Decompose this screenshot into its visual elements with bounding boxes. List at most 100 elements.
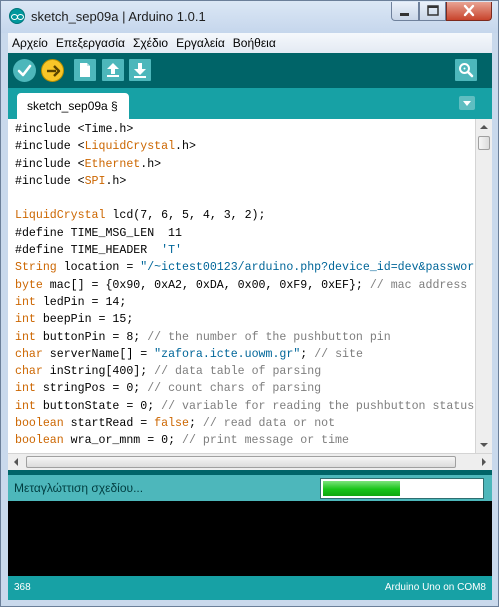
menu-bar: Αρχείο Επεξεργασία Σχέδιο Εργαλεία Βοήθε… — [8, 33, 492, 53]
scroll-left-arrow[interactable] — [8, 454, 24, 470]
code-line[interactable]: #include <Ethernet.h> — [15, 156, 475, 173]
code-token: // site — [314, 347, 363, 361]
code-line[interactable]: boolean LED = 0; // turn on or off LED — [15, 450, 475, 451]
code-token: #define TIME_HEADER — [15, 244, 162, 258]
minimize-button[interactable] — [391, 2, 419, 21]
code-token: LiquidCrystal — [84, 140, 176, 154]
menu-help[interactable]: Βοήθεια — [229, 33, 280, 53]
code-line[interactable]: LiquidCrystal lcd(7, 6, 5, 4, 3, 2); — [15, 207, 475, 224]
code-token: String — [15, 261, 57, 275]
tab-menu-button[interactable] — [459, 96, 475, 110]
maximize-icon — [427, 5, 439, 16]
code-token: startRead = — [63, 417, 155, 431]
code-line[interactable]: int buttonPin = 8; // the number of the … — [15, 329, 475, 346]
progress-bar — [320, 478, 484, 499]
code-token: ; — [188, 417, 203, 431]
code-line[interactable]: #include <SPI.h> — [15, 173, 475, 190]
title-bar[interactable]: sketch_sep09a | Arduino 1.0.1 — [1, 1, 498, 33]
code-token: .h> — [175, 140, 196, 154]
upload-button[interactable] — [41, 59, 64, 82]
scroll-right-arrow[interactable] — [476, 454, 492, 470]
save-button[interactable] — [129, 59, 151, 81]
code-line[interactable]: #define TIME_MSG_LEN 11 — [15, 225, 475, 242]
code-line[interactable]: #define TIME_HEADER 'T' — [15, 242, 475, 259]
code-token: #include <Time.h> — [15, 123, 134, 136]
code-token: buttonPin = 8; — [35, 330, 148, 344]
code-token: LiquidCrystal — [15, 209, 106, 223]
close-button[interactable] — [446, 2, 492, 21]
code-text[interactable]: #include <Time.h> #include <LiquidCrystal… — [8, 121, 475, 451]
code-line[interactable]: char serverName[] = "zafora.icte.uowm.gr… — [15, 346, 475, 363]
tab-sketch[interactable]: sketch_sep09a § — [17, 93, 129, 119]
code-token: char — [15, 347, 43, 361]
menu-tools[interactable]: Εργαλεία — [172, 33, 229, 53]
code-token: boolean — [15, 417, 64, 431]
arrow-up-icon — [480, 125, 488, 129]
code-token: "zafora.icte.uowm.gr" — [154, 347, 301, 361]
menu-edit[interactable]: Επεξεργασία — [52, 33, 129, 53]
scroll-up-arrow[interactable] — [476, 119, 492, 135]
code-token: mac[] = {0x90, 0xA2, 0xDA, 0x00, 0xF9, 0… — [42, 278, 370, 292]
new-button[interactable] — [74, 59, 96, 81]
progress-fill — [323, 481, 400, 496]
code-line[interactable]: boolean startRead = false; // read data … — [15, 415, 475, 432]
code-token: // variable for reading the pushbutton s… — [161, 399, 475, 413]
code-line[interactable]: byte mac[] = {0x90, 0xA2, 0xDA, 0x00, 0x… — [15, 277, 475, 294]
code-token: byte — [15, 278, 43, 292]
open-button[interactable] — [102, 59, 124, 81]
horizontal-scroll-thumb[interactable] — [26, 456, 456, 468]
code-line[interactable]: char inString[400]; // data table of par… — [15, 363, 475, 380]
code-token: 'T' — [161, 244, 182, 258]
code-editor[interactable]: #include <Time.h> #include <LiquidCrystal… — [8, 119, 492, 453]
new-icon — [80, 63, 90, 77]
code-token: #include < — [15, 157, 85, 171]
code-token: int — [15, 382, 36, 396]
code-token: // data table of parsing — [154, 365, 322, 379]
verify-icon — [17, 64, 32, 77]
menu-file[interactable]: Αρχείο — [8, 33, 52, 53]
code-line[interactable]: int buttonState = 0; // variable for rea… — [15, 398, 475, 415]
code-line[interactable]: int beepPin = 15; — [15, 311, 475, 328]
minimize-icon — [400, 13, 409, 16]
code-token: boolean — [15, 434, 64, 448]
code-token: int — [15, 313, 36, 327]
arrow-down-icon — [480, 443, 488, 447]
arrow-right-icon — [482, 458, 486, 466]
chevron-down-icon — [463, 101, 471, 106]
vertical-scroll-thumb[interactable] — [478, 136, 490, 150]
code-token: int — [15, 330, 36, 344]
status-message: Μεταγλώττιση σχεδίου... — [14, 481, 144, 495]
close-icon — [463, 4, 475, 17]
tabs-bar: sketch_sep09a § — [8, 88, 492, 119]
code-token: location = — [56, 261, 141, 275]
scroll-down-arrow[interactable] — [476, 437, 492, 453]
vertical-scrollbar[interactable] — [475, 119, 492, 453]
code-token: lcd(7, 6, 5, 4, 3, 2); — [105, 209, 266, 223]
code-line[interactable]: int ledPin = 14; — [15, 294, 475, 311]
code-token: // mac address — [369, 278, 468, 292]
serial-monitor-button[interactable] — [455, 59, 477, 81]
maximize-button[interactable] — [419, 2, 446, 21]
code-line[interactable]: #include <LiquidCrystal.h> — [15, 138, 475, 155]
verify-button[interactable] — [13, 59, 36, 82]
status-panel: Μεταγλώττιση σχεδίου... — [8, 475, 492, 501]
code-token: ; — [300, 347, 315, 361]
code-token: // count chars of parsing — [147, 382, 322, 396]
code-line[interactable]: String location = "/~ictest00123/arduino… — [15, 259, 475, 276]
upload-icon — [47, 65, 61, 77]
code-token: // read data or not — [202, 417, 336, 431]
code-line[interactable]: boolean wra_or_mnm = 0; // print message… — [15, 432, 475, 449]
code-token: stringPos = 0; — [35, 382, 148, 396]
horizontal-scrollbar[interactable] — [8, 453, 492, 470]
code-token: buttonState = 0; — [35, 399, 162, 413]
window-title: sketch_sep09a | Arduino 1.0.1 — [31, 9, 206, 24]
code-token: inString[400]; — [42, 365, 155, 379]
console-output[interactable] — [8, 501, 492, 576]
code-token: .h> — [105, 174, 127, 188]
code-line[interactable]: int stringPos = 0; // count chars of par… — [15, 380, 475, 397]
code-line[interactable] — [15, 190, 475, 207]
code-token: "/~ictest00123/arduino.php?device_id=dev… — [140, 261, 475, 275]
code-line[interactable]: #include <Time.h> — [15, 121, 475, 138]
menu-sketch[interactable]: Σχέδιο — [129, 33, 172, 53]
serial-monitor-icon — [459, 63, 474, 78]
